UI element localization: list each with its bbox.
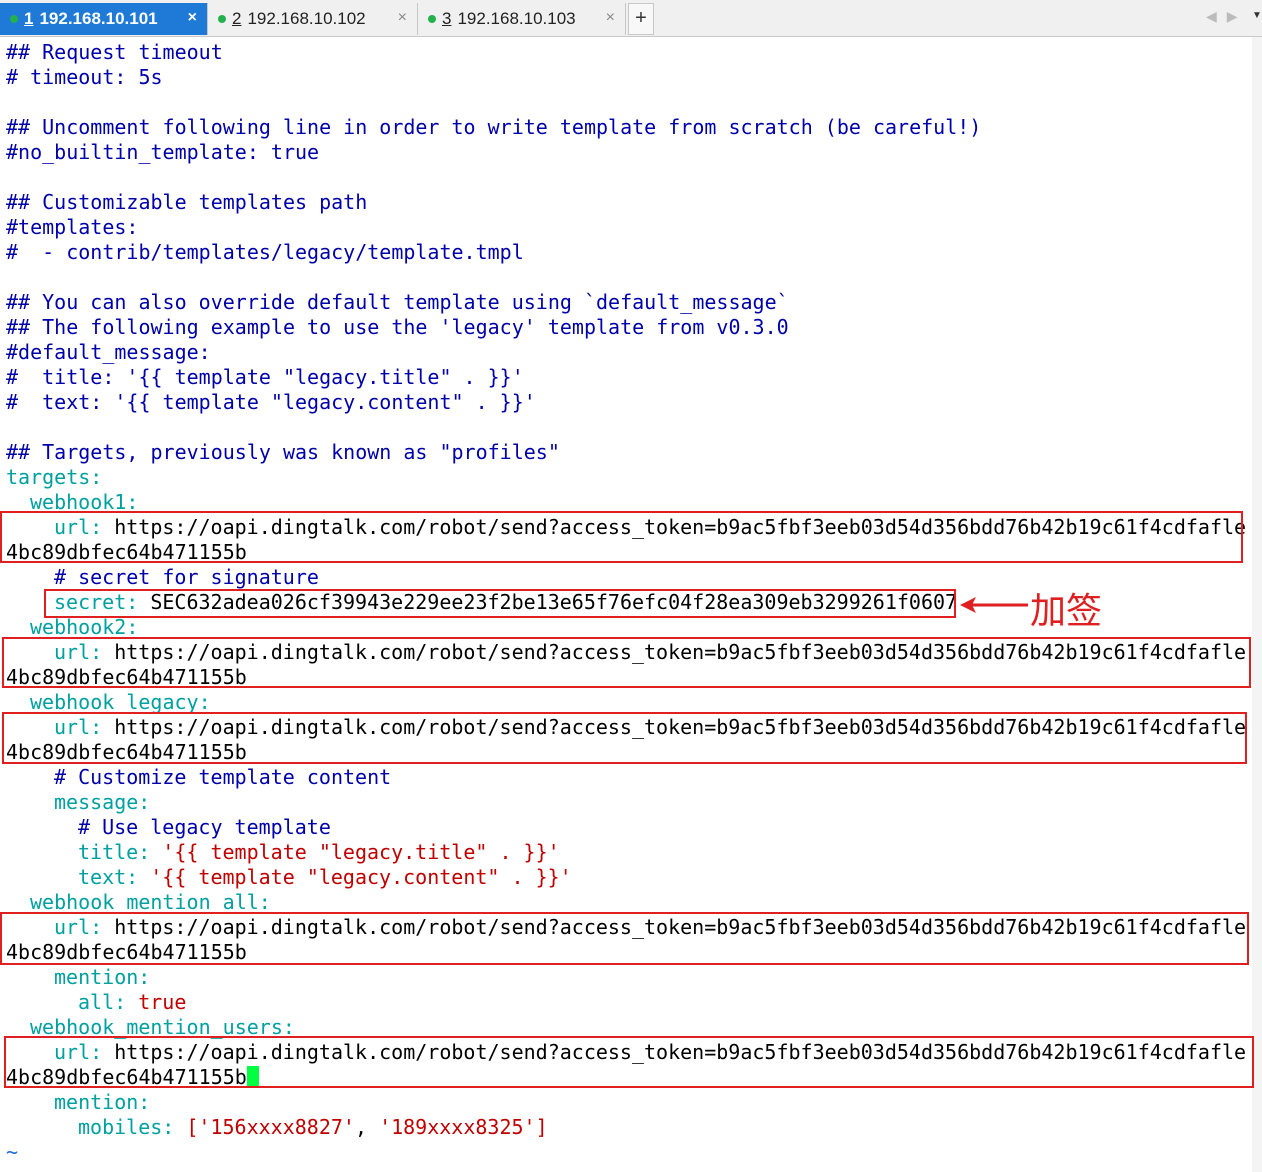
code-line: # title: '{{ template "legacy.title" . }… — [6, 365, 524, 389]
tab-scroll-arrows-icon[interactable]: ◀▶ — [1206, 8, 1248, 25]
connected-status-icon — [10, 15, 18, 23]
mobiles-open: [ — [174, 1115, 199, 1139]
add-tab-button[interactable]: + — [628, 3, 654, 35]
tab-host-label: 192.168.10.103 — [457, 9, 576, 28]
all-value: true — [126, 990, 187, 1014]
tab-number: 1 — [24, 9, 34, 28]
close-icon[interactable]: × — [188, 9, 197, 27]
highlight-box-url-mention-all — [0, 912, 1249, 965]
arrow-left-icon — [960, 597, 1028, 613]
code-line: ## Uncomment following line in order to … — [6, 115, 982, 139]
tab-host-label: 192.168.10.102 — [247, 9, 366, 28]
code-line: #templates: — [6, 215, 139, 239]
code-line: # - contrib/templates/legacy/template.tm… — [6, 240, 524, 264]
code-line: ## Targets, previously was known as "pro… — [6, 440, 560, 464]
yaml-key-mention: mention: — [54, 1090, 151, 1114]
close-icon[interactable]: × — [398, 9, 407, 27]
yaml-key-targets: targets: — [6, 465, 103, 489]
connected-status-icon — [428, 15, 436, 23]
code-line: #no_builtin_template: true — [6, 140, 320, 164]
empty-line-tilde: ~ — [6, 1140, 19, 1164]
tab-session-3[interactable]: 3 192.168.10.103 × — [418, 3, 626, 35]
tab-host-label: 192.168.10.101 — [39, 9, 158, 28]
code-line: ## The following example to use the 'leg… — [6, 315, 789, 339]
tab-bar: 1 192.168.10.101 × 2 192.168.10.102 × 3 … — [0, 0, 1262, 37]
highlight-box-url-webhook2 — [2, 637, 1251, 688]
title-value: '{{ template "legacy.title" . }}' — [150, 840, 560, 864]
yaml-key-text: text: — [78, 865, 139, 889]
code-line: # Customize template content — [54, 765, 392, 789]
chevron-down-icon[interactable]: ▼ — [1252, 10, 1262, 21]
yaml-key-title: title: — [78, 840, 151, 864]
code-line: ## You can also override default templat… — [6, 290, 789, 314]
code-line: #default_message: — [6, 340, 211, 364]
yaml-key-all: all: — [78, 990, 127, 1014]
tab-number: 3 — [442, 9, 452, 28]
mobile-1: '156xxxx8827' — [198, 1115, 355, 1139]
mobiles-separator: , — [354, 1115, 380, 1139]
yaml-key-message: message: — [54, 790, 151, 814]
scrollbar[interactable] — [1252, 37, 1262, 1172]
code-line: # text: '{{ template "legacy.content" . … — [6, 390, 536, 414]
code-line-text: text: '{{ template "legacy.content" . }}… — [78, 865, 572, 890]
tab-session-2[interactable]: 2 192.168.10.102 × — [208, 3, 418, 35]
mobiles-close: ] — [535, 1115, 548, 1139]
code-line: ## Customizable templates path — [6, 190, 368, 214]
code-line-title: title: '{{ template "legacy.title" . }}' — [78, 840, 560, 865]
code-line: # timeout: 5s — [6, 65, 163, 89]
connected-status-icon — [218, 15, 226, 23]
close-icon[interactable]: × — [606, 9, 615, 27]
tab-session-1[interactable]: 1 192.168.10.101 × — [0, 3, 208, 35]
text-value: '{{ template "legacy.content" . }}' — [138, 865, 572, 889]
code-line: # Use legacy template — [78, 815, 331, 839]
highlight-box-secret — [44, 589, 956, 618]
code-line-all: all: true — [78, 990, 186, 1015]
yaml-key-mention: mention: — [54, 965, 151, 989]
code-line: # secret for signature — [54, 565, 319, 589]
highlight-box-url-webhook-legacy — [2, 712, 1247, 764]
yaml-key-mobiles: mobiles: — [78, 1115, 175, 1139]
highlight-box-url-mention-users — [4, 1036, 1254, 1088]
tab-number: 2 — [232, 9, 242, 28]
mobile-2: '189xxxx8325' — [379, 1115, 536, 1139]
code-line-mobiles: mobiles: ['156xxxx8827', '189xxxx8325'] — [78, 1115, 548, 1140]
highlight-box-url-webhook1 — [0, 511, 1243, 563]
annotation-label: 加签 — [1030, 591, 1103, 632]
code-line: ## Request timeout — [6, 40, 223, 64]
